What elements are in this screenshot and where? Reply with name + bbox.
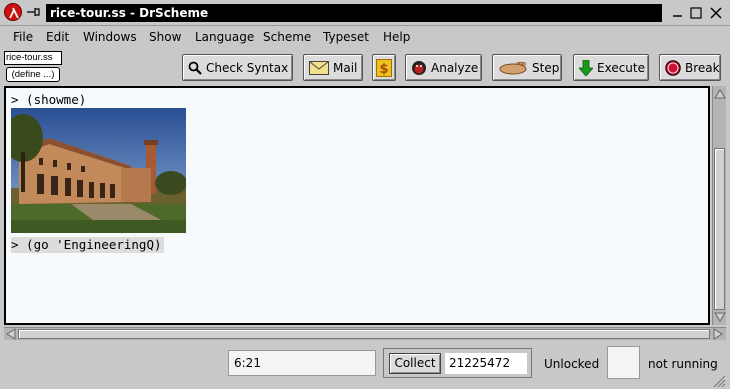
stop-sign-icon <box>665 59 681 76</box>
execute-label: Execute <box>597 60 645 75</box>
break-button[interactable]: Break <box>659 54 721 81</box>
green-down-arrow-icon <box>579 59 593 76</box>
window-title: rice-tour.ss - DrScheme <box>46 4 662 22</box>
dollar-button[interactable]: $ <box>372 54 396 81</box>
menu-edit[interactable]: Edit <box>46 29 69 45</box>
maximize-button[interactable] <box>688 5 704 21</box>
minimize-button[interactable] <box>670 5 686 21</box>
execute-button[interactable]: Execute <box>573 54 649 81</box>
menu-help[interactable]: Help <box>383 29 410 45</box>
campus-building-photo <box>11 108 186 233</box>
envelope-icon <box>309 60 329 75</box>
menu-typeset[interactable]: Typeset <box>323 29 369 45</box>
maximize-icon <box>690 7 702 19</box>
define-menu-button[interactable]: (define ...) <box>6 67 60 82</box>
scroll-left-icon <box>6 328 16 340</box>
check-syntax-button[interactable]: Check Syntax <box>182 54 293 81</box>
interactions-pane[interactable]: > (showme) > (go 'EngineeringQ) <box>4 86 710 325</box>
close-icon <box>710 7 722 19</box>
mail-label: Mail <box>333 60 358 75</box>
menu-language[interactable]: Language <box>195 29 254 45</box>
mail-button[interactable]: Mail <box>303 54 363 81</box>
repl-line-go: > (go 'EngineeringQ) <box>11 237 164 253</box>
analyze-label: Analyze <box>431 60 479 75</box>
menu-scheme[interactable]: Scheme <box>263 29 311 45</box>
scroll-right-icon <box>713 328 723 340</box>
close-button[interactable] <box>708 5 724 21</box>
scroll-down-icon <box>714 312 726 322</box>
horizontal-scroll-thumb[interactable] <box>18 329 710 339</box>
check-syntax-label: Check Syntax <box>206 60 289 75</box>
analyze-button[interactable]: Analyze <box>405 54 482 81</box>
scroll-up-icon <box>714 89 726 99</box>
drscheme-lambda-icon[interactable] <box>4 3 22 21</box>
title-bar: rice-tour.ss - DrScheme <box>0 0 730 26</box>
spider-icon <box>411 60 427 76</box>
menubar: File Edit Windows Show Language Scheme T… <box>0 26 730 48</box>
svg-text:$: $ <box>379 62 388 77</box>
file-name-label: rice-tour.ss <box>4 51 62 65</box>
lock-status: Unlocked <box>544 357 600 371</box>
magnifier-icon <box>188 61 202 75</box>
lock-toggle[interactable] <box>607 346 640 379</box>
collect-button[interactable]: Collect <box>389 353 441 374</box>
menu-windows[interactable]: Windows <box>83 29 137 45</box>
break-label: Break <box>685 60 720 75</box>
cursor-position: 6:21 <box>228 350 376 376</box>
foot-icon <box>498 61 528 75</box>
resize-grip-icon[interactable] <box>712 374 726 388</box>
vertical-scroll-thumb[interactable] <box>714 148 725 310</box>
step-label: Step <box>532 60 560 75</box>
memory-usage: 21225472 <box>445 353 527 374</box>
run-status: not running <box>648 357 718 371</box>
menu-file[interactable]: File <box>13 29 33 45</box>
dollar-icon: $ <box>376 58 392 77</box>
step-button[interactable]: Step <box>492 54 562 81</box>
repl-line-showme: > (showme) <box>11 92 87 107</box>
horizontal-scrollbar[interactable] <box>4 327 726 340</box>
vertical-scrollbar[interactable] <box>712 86 726 325</box>
pin-icon[interactable] <box>26 5 42 19</box>
minimize-icon <box>673 15 682 17</box>
menu-show[interactable]: Show <box>149 29 181 45</box>
